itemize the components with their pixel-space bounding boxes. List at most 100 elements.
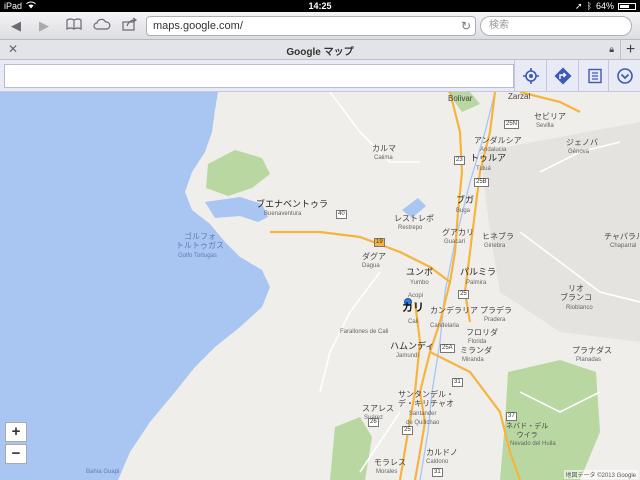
place-label: チャパラル: [604, 232, 640, 241]
sea-label: Bahía Guapi: [86, 469, 120, 475]
route-shield: 40: [336, 210, 347, 219]
route-shield: 23: [454, 156, 465, 165]
place-label: ブガ: [456, 195, 475, 205]
place-label: Planadas: [576, 357, 602, 363]
route-shield: 31: [432, 468, 443, 477]
place-label: Buenaventura: [264, 211, 302, 217]
place-label: ブエナベントゥラ: [256, 199, 329, 209]
list-icon: [587, 68, 602, 84]
forward-button[interactable]: ▶: [34, 17, 54, 35]
tab-bar: ✕ Google マップ 🔒︎ +: [0, 40, 640, 60]
place-label: Chaparral: [610, 243, 637, 249]
zoom-in-button[interactable]: +: [5, 422, 27, 442]
tab-title[interactable]: Google マップ: [0, 43, 640, 58]
directions-button[interactable]: [546, 60, 578, 92]
map-copyright: 地図データ ©2013 Google: [563, 470, 638, 479]
maps-search-input[interactable]: [4, 64, 514, 88]
place-label: プラデラ: [480, 306, 512, 315]
directions-icon: [554, 67, 571, 85]
place-label: プラナダス: [572, 346, 612, 355]
place-label: Restrepo: [398, 225, 423, 231]
place-label: Rioblanco: [566, 305, 593, 311]
place-label: レストレポ: [394, 214, 434, 223]
lock-icon: 🔒︎: [609, 44, 614, 54]
place-label: アンダルシア: [474, 136, 522, 145]
menu-button[interactable]: [608, 60, 640, 92]
place-label: ハムンディ: [390, 341, 435, 351]
place-label: Calima: [374, 155, 393, 161]
sea-label: ゴルフォ トルトゥガス: [176, 232, 224, 250]
place-label: Tuluá: [476, 166, 491, 172]
new-tab-button[interactable]: +: [620, 40, 640, 60]
place-label: Zarzal: [508, 92, 531, 101]
route-shield: 25A: [440, 344, 455, 353]
address-bar[interactable]: maps.google.com/ ↻: [146, 16, 476, 36]
status-bar: iPad 14:25 ➚ ᛒ 64%: [0, 0, 640, 12]
place-label: Sevilla: [536, 123, 554, 129]
search-placeholder: 検索: [489, 20, 509, 31]
place-label: カルマ: [372, 144, 396, 153]
place-label: ユンボ: [406, 267, 434, 277]
place-label: トゥルア: [470, 153, 507, 163]
url-text: maps.google.com/: [153, 20, 243, 32]
place-label: ダグア: [362, 252, 386, 261]
place-label: Candelaria: [430, 323, 460, 329]
maps-header: [0, 60, 640, 92]
main-city-label-en: Cali: [408, 319, 419, 325]
route-shield: 25B: [474, 178, 489, 187]
place-label: セビリア: [534, 112, 566, 121]
route-shield: 25: [458, 290, 469, 299]
place-label: Pradera: [484, 317, 506, 323]
bookmarks-button[interactable]: [64, 17, 84, 35]
place-label: Miranda: [462, 357, 484, 363]
place-label: カンデラリア: [430, 306, 478, 315]
place-label: グアカリ: [442, 228, 474, 237]
battery-fill: [620, 4, 629, 8]
place-label: カルドノ: [426, 448, 458, 457]
icloud-tabs-button[interactable]: [92, 17, 112, 35]
status-time: 14:25: [308, 1, 332, 11]
share-icon: [122, 17, 138, 31]
place-label: Guacarí: [444, 239, 466, 245]
place-label: ジェノバ: [566, 138, 598, 147]
place-label: Buga: [456, 208, 471, 214]
cloud-icon: [93, 18, 111, 30]
place-label: Dagua: [362, 263, 380, 269]
search-input[interactable]: 検索: [480, 16, 632, 36]
chevron-down-icon: [616, 68, 633, 84]
place-label: Jamundí: [396, 353, 420, 359]
place-label: Yumbo: [410, 280, 429, 286]
route-shield: 37: [506, 412, 517, 421]
place-label: フロリダ: [466, 328, 498, 337]
place-label: ネバド・デル ウイラ: [506, 423, 549, 439]
location-icon: ➚: [575, 1, 583, 11]
book-icon: [66, 18, 82, 31]
my-location-button[interactable]: [514, 60, 546, 92]
reload-icon[interactable]: ↻: [461, 17, 471, 35]
main-city-label: カリ: [402, 302, 424, 314]
route-shield: 25N: [504, 120, 520, 129]
bluetooth-icon: ᛒ: [586, 1, 592, 11]
place-label: スアレス: [362, 404, 394, 413]
place-label: Morales: [376, 469, 398, 475]
place-label: サンタンデル・ デ・キリチャオ: [398, 390, 454, 408]
map-canvas[interactable]: Bolivar Zarzal セビリア Sevilla アンダルシア Andal…: [0, 92, 640, 480]
back-button[interactable]: ◀: [6, 17, 26, 35]
list-button[interactable]: [578, 60, 610, 92]
route-shield: 31: [452, 378, 463, 387]
place-label: Caldono: [426, 459, 449, 465]
place-label: Génova: [568, 149, 590, 155]
place-label: モラレス: [374, 458, 406, 467]
place-label: ヒネブラ: [482, 232, 514, 241]
place-label: ミランダ: [460, 346, 492, 355]
zoom-out-button[interactable]: −: [5, 444, 27, 464]
place-label: Nevado del Huila: [510, 441, 556, 447]
route-shield: 26: [368, 418, 379, 427]
share-button[interactable]: [120, 17, 140, 35]
place-label: Ginebra: [484, 243, 506, 249]
battery-icon: [618, 2, 636, 10]
place-label: Bolivar: [448, 94, 473, 103]
route-shield: 25: [402, 426, 413, 435]
place-label: Farallones de Cali: [340, 329, 389, 335]
route-shield: 19: [374, 238, 385, 247]
